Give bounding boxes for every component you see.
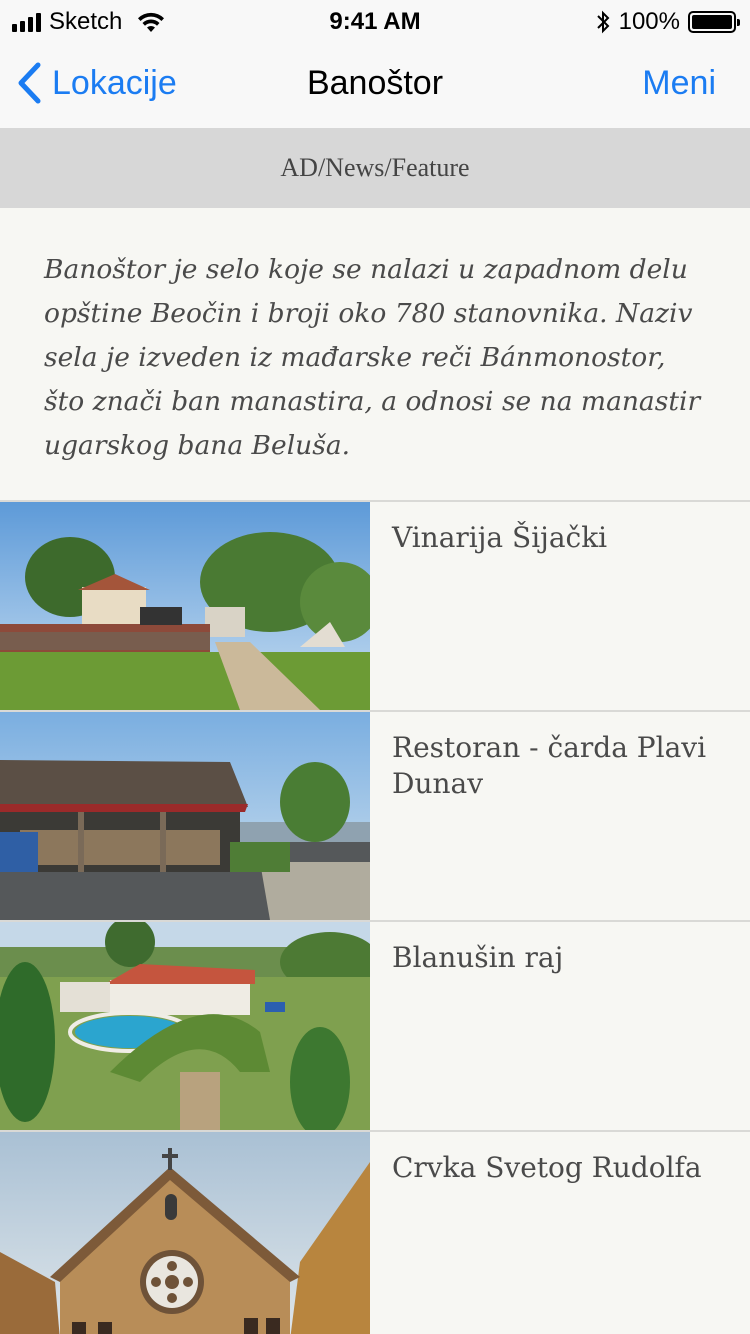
list-item-title: Crvka Svetog Rudolfa bbox=[392, 1151, 702, 1184]
list-item-pool-garden[interactable]: Blanušin raj bbox=[0, 920, 750, 1130]
list-item-restaurant[interactable]: Restoran - čarda Plavi Dunav bbox=[0, 710, 750, 920]
page-title: Banoštor bbox=[306, 64, 444, 102]
list-item-winery[interactable]: Vinarija Šijački bbox=[0, 500, 750, 710]
winery-photo bbox=[0, 502, 370, 710]
ad-banner[interactable]: AD/News/Feature bbox=[0, 128, 750, 208]
battery-icon bbox=[688, 11, 740, 33]
status-bar: Sketch 9:41 AM 100% bbox=[0, 0, 750, 40]
list-item-title: Blanušin raj bbox=[392, 941, 564, 974]
intro-text: Banoštor je selo koje se nalazi u zapadn… bbox=[44, 254, 701, 461]
locations-list: Vinarija Šijački Restoran - čarda Plavi bbox=[0, 500, 750, 1334]
navigation-bar: Lokacije Banoštor Meni bbox=[0, 40, 750, 128]
menu-button[interactable]: Meni bbox=[642, 64, 716, 103]
list-item-title: Restoran - čarda Plavi Dunav bbox=[392, 731, 707, 800]
bluetooth-icon bbox=[596, 10, 610, 34]
restaurant-photo bbox=[0, 712, 370, 920]
pool-garden-photo bbox=[0, 922, 370, 1130]
church-photo bbox=[0, 1132, 370, 1334]
list-item-title: Vinarija Šijački bbox=[392, 521, 608, 554]
status-right: 100% bbox=[595, 8, 740, 36]
battery-fill bbox=[692, 15, 732, 29]
battery-percent: 100% bbox=[618, 8, 680, 35]
list-item-church[interactable]: Crvka Svetog Rudolfa bbox=[0, 1130, 750, 1334]
